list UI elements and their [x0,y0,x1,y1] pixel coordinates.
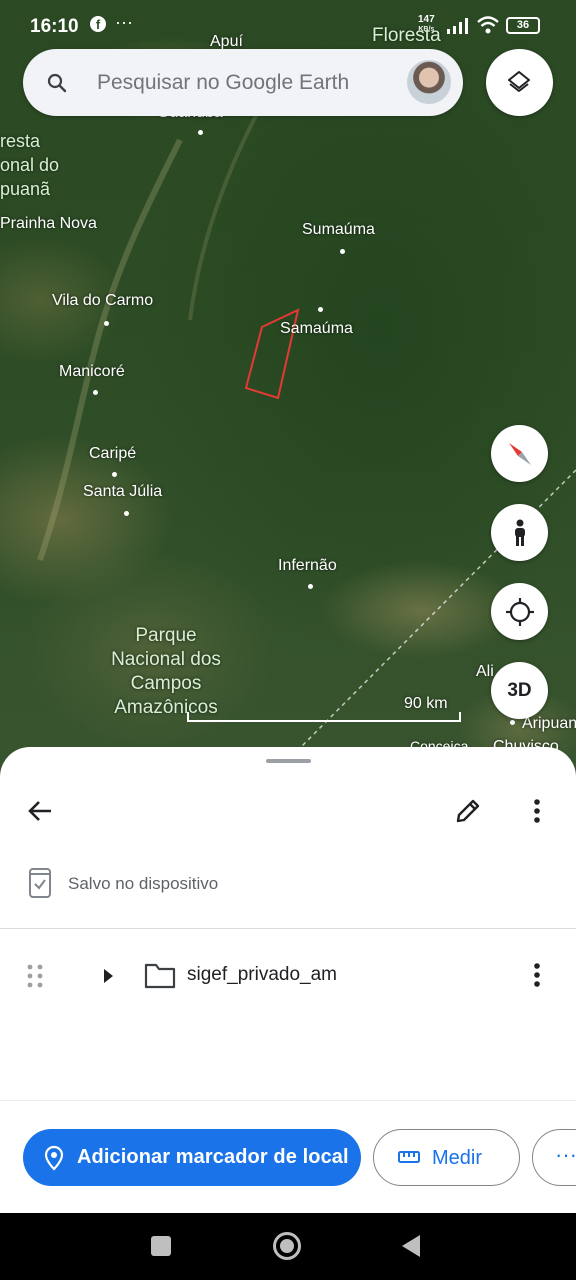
place-label[interactable]: resta [0,131,40,152]
more-actions-button[interactable]: ··· [532,1129,576,1186]
map-view[interactable]: 16:10 f ··· 147 KB/s 36 Apuí Floresta re… [0,0,576,800]
place-dot [104,321,109,326]
place-dot [124,511,129,516]
battery-icon: 36 [506,17,540,34]
scale-label: 90 km [404,695,448,712]
my-location-button[interactable] [491,583,548,640]
sheet-drag-handle[interactable] [266,759,311,763]
layers-icon [508,71,530,92]
folder-name[interactable]: sigef_privado_am [187,964,337,986]
measure-label: Medir [432,1147,483,1169]
more-vert-icon[interactable] [522,959,552,991]
place-label[interactable]: Aripuan [522,715,576,733]
device-saved-icon [29,868,51,898]
system-nav-bar [0,1213,576,1280]
place-label[interactable]: Infernão [278,557,337,575]
status-time: 16:10 [30,16,79,37]
place-label[interactable]: Sumaúma [302,221,375,239]
ruler-icon [398,1151,420,1163]
status-bar: 16:10 f ··· 147 KB/s 36 [0,0,576,52]
measure-button[interactable]: Medir [373,1129,520,1186]
place-label[interactable]: Santa Júlia [83,483,162,501]
my-location-icon [506,598,534,626]
folder-icon [144,963,176,989]
street-view-button[interactable] [491,504,548,561]
place-dot [93,390,98,395]
place-label[interactable]: Vila do Carmo [52,292,153,310]
layers-button[interactable] [486,49,553,116]
place-dot [198,130,203,135]
add-placemark-label: Adicionar marcador de local [77,1146,349,1168]
recent-apps-icon[interactable] [151,1236,171,1256]
compass-button[interactable] [491,425,548,482]
saved-location-label: Salvo no dispositivo [68,874,219,893]
more-notifications-icon: ··· [115,12,133,32]
place-label[interactable]: puanã [0,179,50,200]
network-speed-value: 147 [418,14,435,25]
more-horiz-icon: ··· [555,1142,576,1167]
drag-handle-icon[interactable] [26,963,44,989]
search-icon[interactable] [45,71,69,95]
place-label[interactable]: Caripé [89,445,136,463]
more-vert-icon[interactable] [522,795,552,827]
place-label[interactable]: Prainha Nova [0,215,97,233]
place-label[interactable]: Ali [476,663,494,681]
scale-bar [187,712,461,722]
place-marker-icon [44,1145,64,1171]
place-label[interactable]: Floresta [372,25,441,47]
action-bar: Adicionar marcador de local Medir ··· [0,1100,576,1213]
nav-back-icon[interactable] [402,1235,420,1257]
place-dot [510,720,515,725]
facebook-icon: f [90,16,106,32]
pencil-icon[interactable] [452,795,484,827]
search-bar[interactable] [23,49,463,116]
place-dot [318,307,323,312]
add-placemark-button[interactable]: Adicionar marcador de local [23,1129,361,1186]
place-dot [308,584,313,589]
home-icon[interactable] [273,1232,301,1260]
compass-icon [509,443,531,465]
place-dot [112,472,117,477]
road-line [188,89,272,321]
avatar[interactable] [407,60,451,104]
place-label[interactable]: onal do [0,155,59,176]
divider [0,928,576,929]
park-label[interactable]: Parque Nacional dos Campos Amazônicos [100,624,232,720]
signal-icon [447,18,468,34]
caret-right-icon[interactable] [102,967,116,985]
place-dot [340,249,345,254]
search-input[interactable] [97,67,397,99]
place-label[interactable]: Samaúma [280,320,353,338]
pegman-icon [515,519,525,546]
place-label[interactable]: Manicoré [59,363,125,381]
wifi-icon [477,16,499,34]
arrow-back-icon[interactable] [24,795,56,827]
3d-toggle-button[interactable]: 3D [491,662,548,719]
